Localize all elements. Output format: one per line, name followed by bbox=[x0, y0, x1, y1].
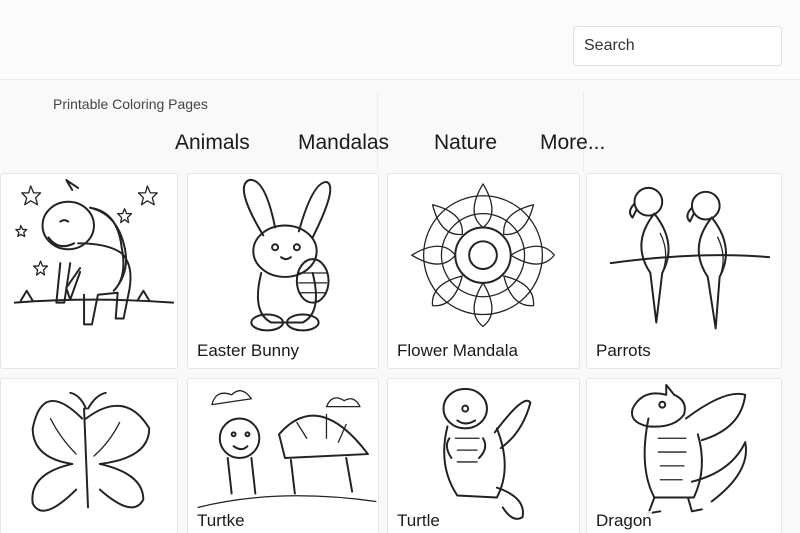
coloring-card-parrots[interactable]: Parrots bbox=[586, 173, 782, 369]
card-label: Turtle bbox=[397, 511, 440, 531]
nav-item-more[interactable]: More... bbox=[540, 131, 605, 155]
coloring-card-butterfly[interactable] bbox=[0, 378, 178, 533]
nav-item-animals[interactable]: Animals bbox=[175, 131, 250, 155]
baby-dragon-icon bbox=[442, 387, 532, 520]
bunny-icon bbox=[242, 178, 332, 332]
nav-item-nature[interactable]: Nature bbox=[434, 131, 497, 155]
card-label: Parrots bbox=[596, 341, 651, 361]
coloring-card-turtle[interactable]: Turtke bbox=[187, 378, 379, 533]
search-input[interactable] bbox=[573, 26, 782, 66]
mandala-icon bbox=[411, 183, 555, 328]
turtle-icon bbox=[197, 390, 377, 509]
card-label: Flower Mandala bbox=[397, 341, 518, 361]
nav-item-mandalas[interactable]: Mandalas bbox=[298, 131, 389, 155]
coloring-card-baby-dragon[interactable]: Turtle bbox=[387, 378, 580, 533]
coloring-card-easter-bunny[interactable]: Easter Bunny bbox=[187, 173, 379, 369]
parrots-icon bbox=[609, 186, 771, 330]
card-label: Easter Bunny bbox=[197, 341, 300, 361]
coloring-card-unicorn[interactable] bbox=[0, 173, 178, 369]
unicorn-icon bbox=[13, 179, 175, 326]
page-title: Printable Coloring Pages bbox=[53, 96, 208, 112]
butterfly-icon bbox=[31, 391, 151, 512]
coloring-card-dragon[interactable]: Dragon bbox=[586, 378, 782, 533]
card-label: Turtke bbox=[197, 511, 245, 531]
dragon-icon bbox=[631, 383, 747, 515]
top-bar bbox=[0, 0, 800, 80]
card-label: Dragon bbox=[596, 511, 652, 531]
coloring-card-flower-mandala[interactable]: Flower Mandala bbox=[387, 173, 580, 369]
